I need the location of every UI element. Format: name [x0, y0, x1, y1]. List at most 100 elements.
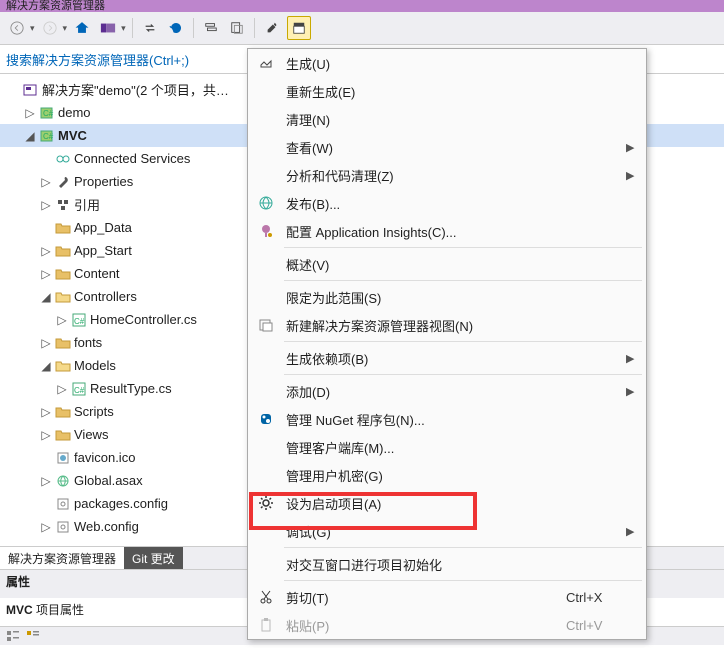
back-dropdown[interactable]: ▾: [30, 23, 35, 34]
chevron-down-icon[interactable]: [6, 82, 22, 98]
menu-separator: [284, 374, 642, 375]
folder-icon: [54, 427, 72, 443]
clipboard-icon: [248, 617, 284, 633]
menu-separator: [284, 280, 642, 281]
svg-text:C#: C#: [43, 132, 54, 141]
menu-paste: 粘贴(P)Ctrl+V: [248, 611, 646, 639]
show-all-button[interactable]: [226, 17, 248, 39]
menu-add[interactable]: 添加(D)▶: [248, 377, 646, 405]
switch-view-button[interactable]: [97, 17, 119, 39]
menu-separator: [284, 247, 642, 248]
chevron-right-icon[interactable]: ▷: [38, 335, 54, 351]
globe-icon: [248, 195, 284, 211]
folder-icon: [54, 266, 72, 282]
categorized-icon[interactable]: [6, 630, 20, 642]
chevron-right-icon[interactable]: ▷: [38, 174, 54, 190]
csproj-icon: C#: [38, 128, 56, 144]
wrench-icon: [54, 174, 72, 190]
collapse-button[interactable]: [200, 17, 222, 39]
menu-clientlib[interactable]: 管理客户端库(M)...: [248, 433, 646, 461]
chevron-right-icon[interactable]: ▷: [38, 266, 54, 282]
home-button[interactable]: [71, 17, 93, 39]
back-button[interactable]: [6, 17, 28, 39]
tab-git-changes[interactable]: Git 更改: [124, 547, 183, 569]
switch-view-dropdown[interactable]: ▾: [121, 23, 126, 34]
asax-file-icon: [54, 473, 72, 489]
forward-dropdown[interactable]: ▾: [63, 23, 68, 34]
properties-button[interactable]: [261, 17, 283, 39]
menu-rebuild[interactable]: 重新生成(E): [248, 77, 646, 105]
chevron-right-icon[interactable]: ▷: [54, 312, 70, 328]
menu-view[interactable]: 查看(W)▶: [248, 133, 646, 161]
context-menu: 生成(U) 重新生成(E) 清理(N) 查看(W)▶ 分析和代码清理(Z)▶ 发…: [247, 48, 647, 640]
svg-text:C#: C#: [74, 317, 85, 326]
preview-button[interactable]: [287, 16, 311, 40]
chevron-right-icon[interactable]: ▷: [38, 427, 54, 443]
chevron-right-icon[interactable]: ▷: [38, 243, 54, 259]
insights-icon: [248, 223, 284, 239]
build-icon: [248, 55, 284, 71]
search-placeholder: 搜索解决方案资源管理器(Ctrl+;): [6, 50, 189, 69]
chevron-right-icon[interactable]: ▷: [38, 404, 54, 420]
ico-file-icon: [54, 450, 72, 466]
refresh-button[interactable]: [165, 17, 187, 39]
menu-cut[interactable]: 剪切(T)Ctrl+X: [248, 583, 646, 611]
references-icon: [54, 197, 72, 213]
folder-icon: [54, 335, 72, 351]
menu-build[interactable]: 生成(U): [248, 49, 646, 77]
menu-separator: [284, 580, 642, 581]
menu-builddep[interactable]: 生成依赖项(B)▶: [248, 344, 646, 372]
separator: [193, 18, 194, 38]
chevron-down-icon[interactable]: ◢: [38, 289, 54, 305]
alphabetical-icon[interactable]: [26, 630, 40, 642]
chevron-right-icon[interactable]: ▷: [54, 381, 70, 397]
sync-button[interactable]: [139, 17, 161, 39]
menu-overview[interactable]: 概述(V): [248, 250, 646, 278]
chevron-right-icon[interactable]: ▷: [38, 473, 54, 489]
menu-publish[interactable]: 发布(B)...: [248, 189, 646, 217]
submenu-arrow-icon: ▶: [626, 141, 646, 154]
chevron-right-icon[interactable]: ▷: [22, 105, 38, 121]
submenu-arrow-icon: ▶: [626, 352, 646, 365]
solution-icon: [22, 82, 40, 98]
submenu-arrow-icon: ▶: [626, 525, 646, 538]
nuget-icon: [248, 411, 284, 427]
toolbar: ▾ ▾ ▾: [0, 12, 724, 45]
menu-clean[interactable]: 清理(N): [248, 105, 646, 133]
folder-icon: [54, 243, 72, 259]
newview-icon: [248, 317, 284, 333]
tab-solution-explorer[interactable]: 解决方案资源管理器: [0, 547, 124, 569]
scissors-icon: [248, 589, 284, 605]
submenu-arrow-icon: ▶: [626, 169, 646, 182]
menu-secrets[interactable]: 管理用户机密(G): [248, 461, 646, 489]
cs-file-icon: C#: [70, 312, 88, 328]
separator: [132, 18, 133, 38]
menu-insights[interactable]: 配置 Application Insights(C)...: [248, 217, 646, 245]
menu-analyze[interactable]: 分析和代码清理(Z)▶: [248, 161, 646, 189]
svg-text:C#: C#: [74, 386, 85, 395]
cs-file-icon: C#: [70, 381, 88, 397]
folder-open-icon: [54, 358, 72, 374]
forward-button[interactable]: [39, 17, 61, 39]
svg-text:C#: C#: [43, 109, 54, 118]
menu-newview[interactable]: 新建解决方案资源管理器视图(N): [248, 311, 646, 339]
config-file-icon: [54, 519, 72, 535]
chevron-down-icon[interactable]: ◢: [22, 128, 38, 144]
folder-icon: [54, 404, 72, 420]
menu-separator: [284, 341, 642, 342]
connected-icon: [54, 151, 72, 167]
submenu-arrow-icon: ▶: [626, 385, 646, 398]
folder-icon: [54, 220, 72, 236]
chevron-right-icon[interactable]: ▷: [38, 519, 54, 535]
menu-interactive[interactable]: 对交互窗口进行项目初始化: [248, 550, 646, 578]
gear-icon: [248, 495, 284, 511]
menu-debug[interactable]: 调试(G)▶: [248, 517, 646, 545]
menu-nuget[interactable]: 管理 NuGet 程序包(N)...: [248, 405, 646, 433]
menu-setstartup[interactable]: 设为启动项目(A): [248, 489, 646, 517]
window-title: 解决方案资源管理器: [6, 0, 105, 12]
title-bar: 解决方案资源管理器: [0, 0, 724, 12]
menu-scope[interactable]: 限定为此范围(S): [248, 283, 646, 311]
chevron-down-icon[interactable]: ◢: [38, 358, 54, 374]
csproj-icon: C#: [38, 105, 56, 121]
chevron-right-icon[interactable]: ▷: [38, 197, 54, 213]
